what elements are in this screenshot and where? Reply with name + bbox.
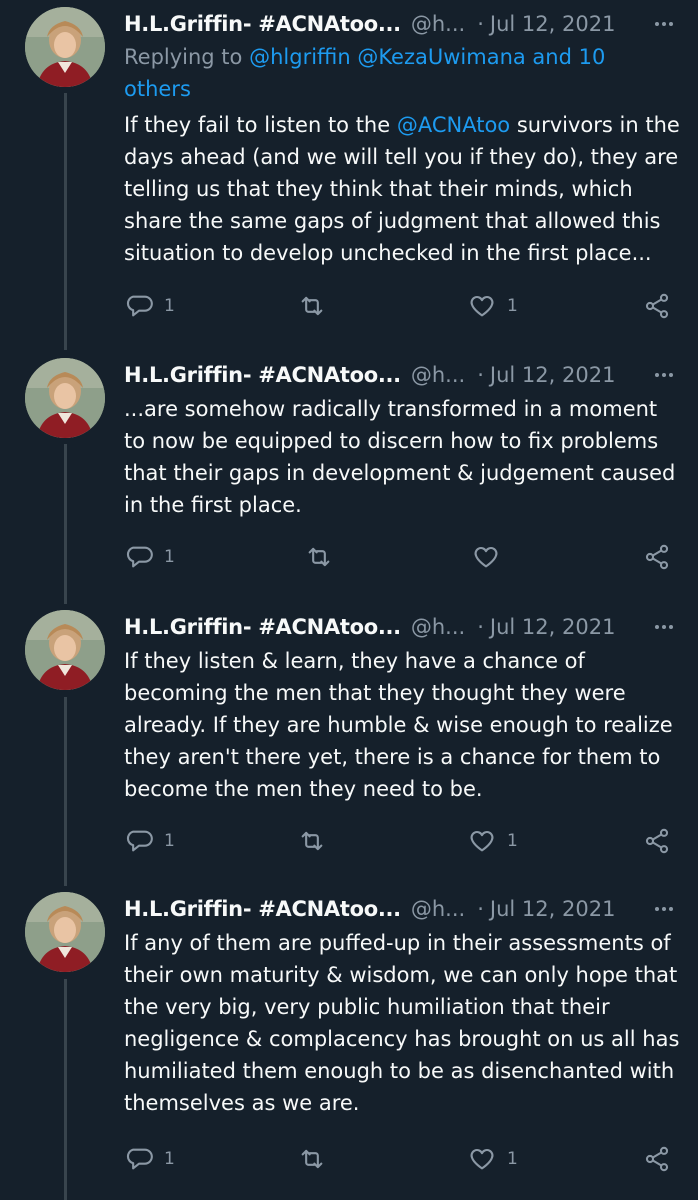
reply-count: 1 bbox=[164, 1149, 175, 1169]
separator-dot: · bbox=[477, 363, 484, 387]
reply-count: 1 bbox=[164, 831, 175, 851]
tweet-text: If they fail to listen to the @ACNAtoo s… bbox=[124, 109, 680, 269]
reply-button[interactable]: 1 bbox=[125, 821, 175, 861]
more-options-button[interactable] bbox=[646, 611, 676, 643]
author-name[interactable]: H.L.Griffin- #ACNAtoo... bbox=[124, 615, 401, 639]
reply-bubble-icon bbox=[126, 295, 153, 317]
retweet-icon bbox=[301, 831, 323, 851]
tweet-actions: 1 1 bbox=[0, 1139, 698, 1179]
more-options-button[interactable] bbox=[646, 359, 676, 391]
reply-bubble-icon bbox=[126, 830, 153, 852]
like-button[interactable] bbox=[472, 537, 511, 577]
tweet-date[interactable]: Jul 12, 2021 bbox=[490, 615, 616, 639]
like-button[interactable]: 1 bbox=[468, 1139, 518, 1179]
tweet-date[interactable]: Jul 12, 2021 bbox=[490, 897, 616, 921]
tweet-header: H.L.Griffin- #ACNAtoo... @h... · Jul 12, 20… bbox=[124, 611, 676, 643]
heart-icon bbox=[474, 546, 498, 568]
share-icon bbox=[645, 828, 669, 854]
share-icon bbox=[645, 544, 669, 570]
tweet-actions: 1 1 bbox=[0, 821, 698, 861]
separator-dot: · bbox=[477, 897, 484, 921]
heart-icon bbox=[470, 295, 494, 317]
tweet-actions: 1 bbox=[0, 537, 698, 577]
share-button[interactable] bbox=[643, 821, 671, 861]
more-options-button[interactable] bbox=[646, 8, 676, 40]
tweet-header: H.L.Griffin- #ACNAtoo... @h... · Jul 12, 20… bbox=[124, 893, 676, 925]
tweet[interactable]: H.L.Griffin- #ACNAtoo... @h... · Jul 12, 20… bbox=[0, 885, 698, 1200]
author-handle[interactable]: @h... bbox=[411, 897, 465, 921]
tweet-actions: 1 1 bbox=[0, 286, 698, 326]
more-horizontal-icon bbox=[655, 373, 673, 377]
tweet-text: If any of them are puffed-up in their as… bbox=[124, 931, 680, 1115]
like-count: 1 bbox=[507, 296, 518, 316]
more-options-button[interactable] bbox=[646, 893, 676, 925]
author-name[interactable]: H.L.Griffin- #ACNAtoo... bbox=[124, 897, 401, 921]
reply-bubble-icon bbox=[126, 1148, 153, 1170]
retweet-button[interactable] bbox=[305, 537, 344, 577]
tweet-text: ...are somehow radically transformed in … bbox=[124, 397, 676, 517]
tweet-text: If they listen & learn, they have a chan… bbox=[124, 649, 673, 801]
separator-dot: · bbox=[477, 615, 484, 639]
separator-dot: · bbox=[477, 12, 484, 36]
tweet[interactable]: H.L.Griffin- #ACNAtoo... @h... · Jul 12, 20… bbox=[0, 0, 698, 340]
author-handle[interactable]: @h... bbox=[411, 363, 465, 387]
avatar[interactable] bbox=[25, 892, 105, 972]
replying-to-label: Replying to bbox=[124, 45, 243, 69]
reply-button[interactable]: 1 bbox=[125, 537, 175, 577]
like-button[interactable]: 1 bbox=[468, 286, 518, 326]
author-handle[interactable]: @h... bbox=[411, 12, 465, 36]
retweet-icon bbox=[308, 547, 330, 567]
retweet-icon bbox=[301, 296, 323, 316]
avatar[interactable] bbox=[25, 7, 105, 87]
author-name[interactable]: H.L.Griffin- #ACNAtoo... bbox=[124, 12, 401, 36]
author-handle[interactable]: @h... bbox=[411, 615, 465, 639]
more-horizontal-icon bbox=[655, 22, 673, 26]
reply-count: 1 bbox=[164, 296, 175, 316]
tweet-date[interactable]: Jul 12, 2021 bbox=[490, 12, 616, 36]
tweet-date[interactable]: Jul 12, 2021 bbox=[490, 363, 616, 387]
share-icon bbox=[645, 293, 669, 319]
tweet-text-part: If they fail to listen to the bbox=[124, 113, 391, 137]
like-count: 1 bbox=[507, 1149, 518, 1169]
mention-link[interactable]: @ACNAtoo bbox=[397, 113, 510, 137]
tweet-header: H.L.Griffin- #ACNAtoo... @h... · Jul 12, 20… bbox=[124, 8, 676, 40]
avatar[interactable] bbox=[25, 610, 105, 690]
reply-count: 1 bbox=[164, 547, 175, 567]
retweet-icon bbox=[301, 1149, 323, 1169]
tweet-header: H.L.Griffin- #ACNAtoo... @h... · Jul 12, 20… bbox=[124, 359, 676, 391]
share-button[interactable] bbox=[643, 286, 671, 326]
author-name[interactable]: H.L.Griffin- #ACNAtoo... bbox=[124, 363, 401, 387]
retweet-button[interactable] bbox=[298, 286, 337, 326]
tweet[interactable]: H.L.Griffin- #ACNAtoo... @h... · Jul 12, 20… bbox=[0, 351, 698, 591]
reply-bubble-icon bbox=[126, 546, 153, 568]
retweet-button[interactable] bbox=[298, 1139, 337, 1179]
share-button[interactable] bbox=[643, 537, 671, 577]
avatar[interactable] bbox=[25, 358, 105, 438]
like-button[interactable]: 1 bbox=[468, 821, 518, 861]
replying-to: Replying to @hlgriffin @KezaUwimana and … bbox=[124, 41, 644, 105]
heart-icon bbox=[470, 1148, 494, 1170]
reply-button[interactable]: 1 bbox=[125, 1139, 175, 1179]
tweet[interactable]: H.L.Griffin- #ACNAtoo... @h... · Jul 12, 20… bbox=[0, 603, 698, 883]
share-button[interactable] bbox=[643, 1139, 671, 1179]
reply-button[interactable]: 1 bbox=[125, 286, 175, 326]
more-horizontal-icon bbox=[655, 907, 673, 911]
retweet-button[interactable] bbox=[298, 821, 337, 861]
like-count: 1 bbox=[507, 831, 518, 851]
conversation-thread: H.L.Griffin- #ACNAtoo... @h... · Jul 12, 20… bbox=[0, 0, 698, 1200]
more-horizontal-icon bbox=[655, 625, 673, 629]
share-icon bbox=[645, 1146, 669, 1172]
heart-icon bbox=[470, 830, 494, 852]
